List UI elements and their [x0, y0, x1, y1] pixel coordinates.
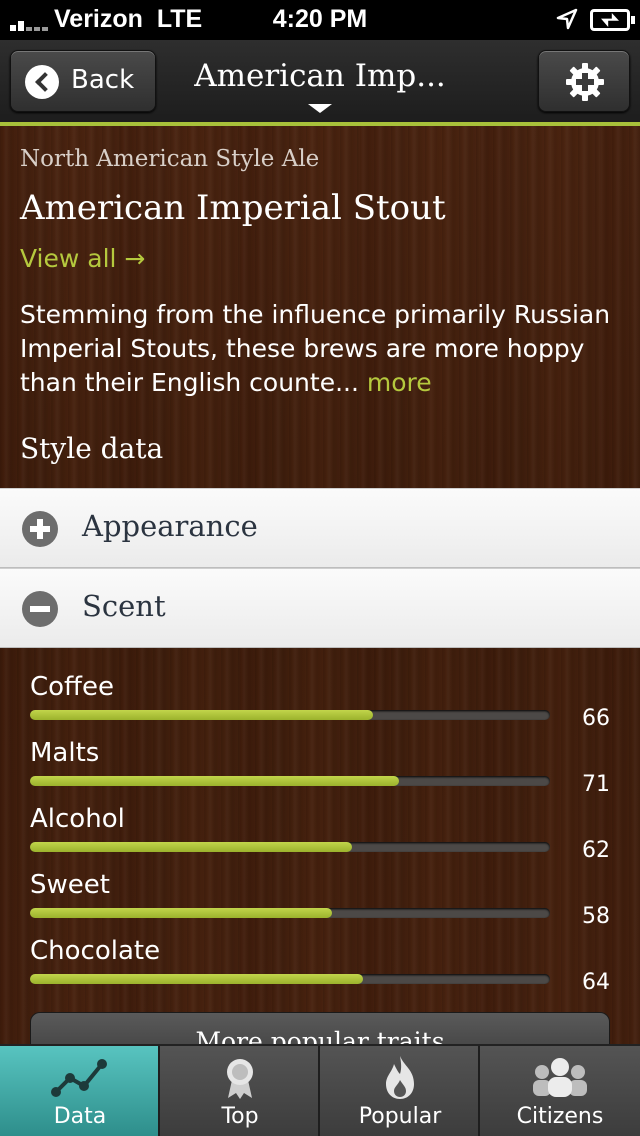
trait-value: 64: [582, 970, 610, 995]
caret-down-icon: [308, 104, 332, 113]
description-text: Stemming from the influence primarily Ru…: [20, 300, 611, 397]
accordion-label: Appearance: [82, 509, 258, 543]
style-family: North American Style Ale: [20, 146, 320, 172]
accordion-scent[interactable]: Scent: [0, 568, 640, 648]
nav-title[interactable]: American Imp...: [170, 58, 470, 94]
status-time: 4:20 PM: [272, 5, 368, 33]
tab-label: Citizens: [516, 1104, 604, 1129]
trait-value: 58: [582, 904, 610, 929]
trait-name: Alcohol: [30, 804, 125, 834]
trait-row: Malts 71: [0, 738, 640, 804]
trait-bar-fill: [30, 842, 353, 852]
section-heading: Style data: [20, 432, 164, 465]
trait-row: Coffee 66: [0, 672, 640, 738]
trait-name: Malts: [30, 738, 100, 768]
trait-bar: [30, 908, 550, 918]
trait-value: 62: [582, 838, 610, 863]
accordion-label: Scent: [82, 589, 166, 623]
accordion-appearance[interactable]: Appearance: [0, 488, 640, 568]
location-arrow-icon: [556, 8, 578, 37]
tab-label: Data: [53, 1104, 107, 1129]
tab-bar: Data Top Popular Citizens: [0, 1044, 640, 1136]
back-button-label: Back: [71, 65, 135, 95]
view-all-link[interactable]: View all →: [20, 244, 145, 273]
trait-name: Coffee: [30, 672, 114, 702]
tab-popular[interactable]: Popular: [320, 1046, 480, 1136]
trait-value: 66: [582, 706, 610, 731]
battery-icon: [590, 9, 635, 31]
tab-label: Top: [221, 1104, 259, 1129]
tab-label: Popular: [358, 1104, 442, 1129]
trait-bar: [30, 776, 550, 786]
tab-data[interactable]: Data: [0, 1046, 160, 1136]
trait-row: Sweet 58: [0, 870, 640, 936]
tab-top[interactable]: Top: [160, 1046, 320, 1136]
more-link[interactable]: more: [367, 368, 432, 397]
people-icon: [533, 1058, 587, 1097]
trait-value: 71: [582, 772, 610, 797]
trait-bar-fill: [30, 776, 400, 786]
award-ribbon-icon: [227, 1059, 253, 1099]
trait-name: Sweet: [30, 870, 110, 900]
trait-bar: [30, 710, 550, 720]
trait-bar-fill: [30, 974, 363, 984]
page-title: American Imperial Stout: [20, 188, 446, 228]
flame-icon: [386, 1056, 414, 1099]
trait-row: Chocolate 64: [0, 936, 640, 1002]
minus-circle-icon: [22, 591, 58, 627]
gear-plus-icon: [566, 63, 604, 101]
trait-bar-fill: [30, 908, 332, 918]
trait-row: Alcohol 62: [0, 804, 640, 870]
trait-bar: [30, 842, 550, 852]
trait-bar-fill: [30, 710, 374, 720]
plus-circle-icon: [22, 511, 58, 547]
style-description: Stemming from the influence primarily Ru…: [20, 298, 630, 400]
trait-bar: [30, 974, 550, 984]
trait-name: Chocolate: [30, 936, 161, 966]
settings-button[interactable]: [538, 50, 630, 112]
back-arrow-icon: [25, 65, 59, 99]
navigation-bar: Back American Imp...: [0, 40, 640, 126]
status-bar: Verizon LTE 4:20 PM: [0, 0, 640, 40]
tab-citizens[interactable]: Citizens: [480, 1046, 640, 1136]
back-button[interactable]: Back: [10, 50, 156, 112]
chart-line-icon: [51, 1059, 107, 1097]
